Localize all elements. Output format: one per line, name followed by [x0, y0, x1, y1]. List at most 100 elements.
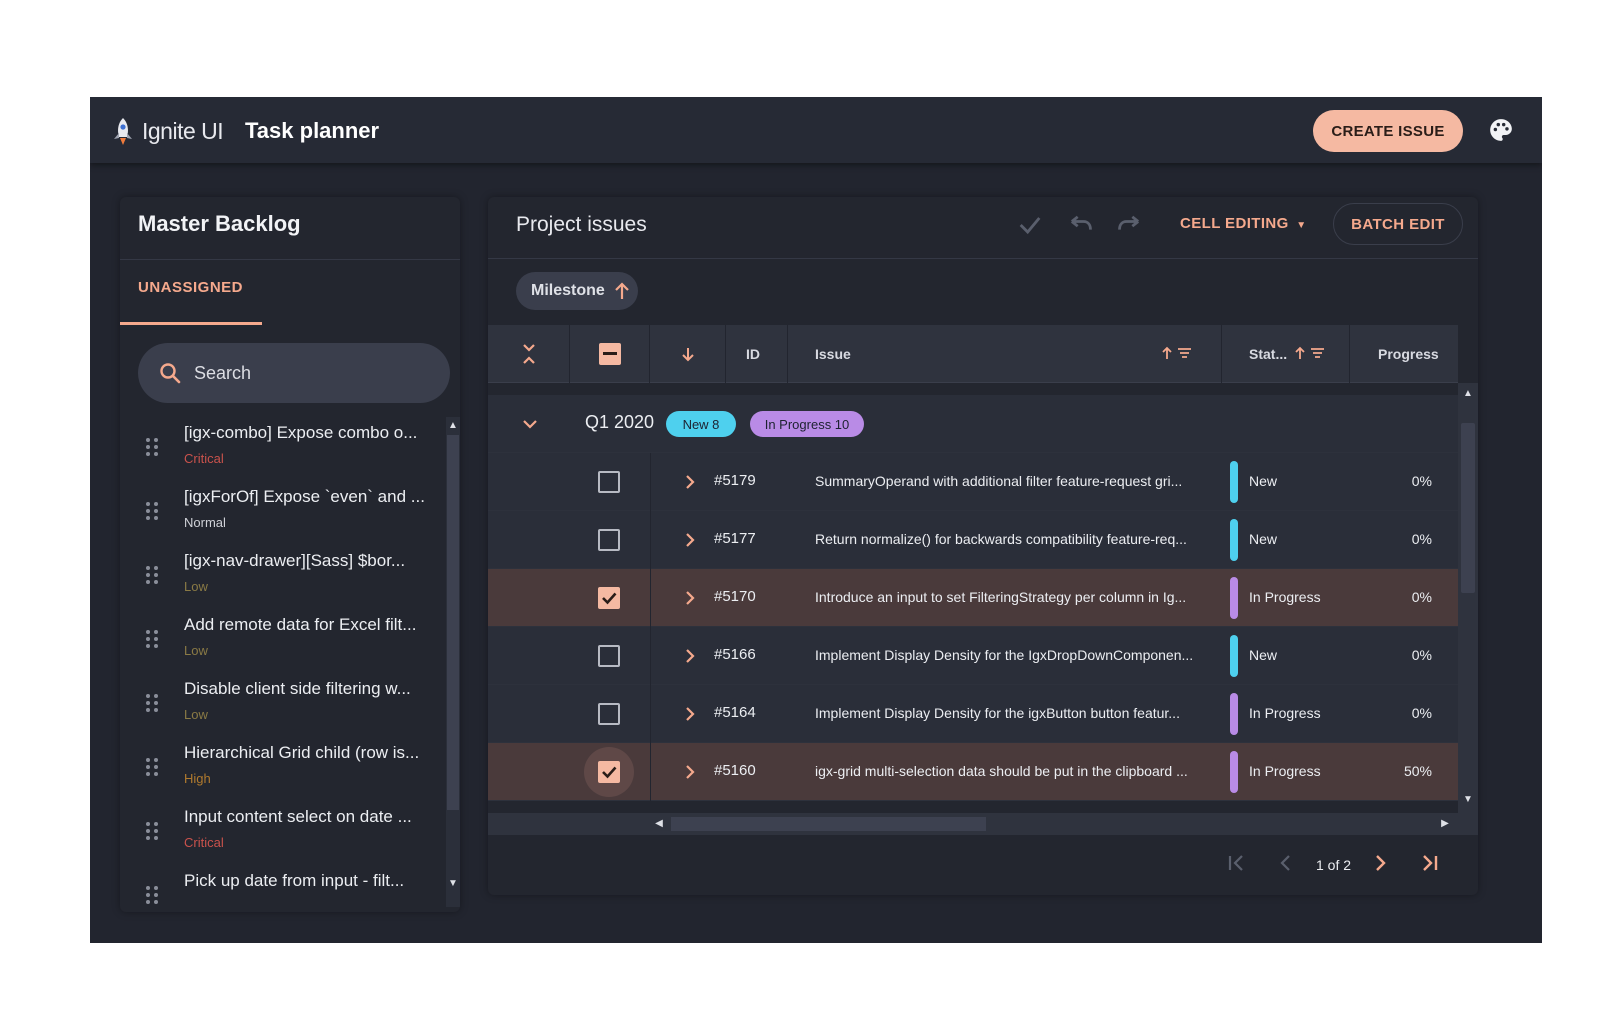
- collapse-all-icon[interactable]: [521, 343, 537, 365]
- row-checkbox[interactable]: [598, 471, 620, 493]
- backlog-item[interactable]: [igxForOf] Expose `even` and ... Normal: [120, 481, 446, 545]
- sort-filter-icon[interactable]: [1294, 345, 1328, 361]
- drag-handle-icon[interactable]: [146, 758, 160, 780]
- drag-handle-icon[interactable]: [146, 886, 160, 908]
- backlog-item[interactable]: Add remote data for Excel filt... Low: [120, 609, 446, 673]
- row-status[interactable]: New: [1249, 473, 1277, 489]
- drag-handle-icon[interactable]: [146, 566, 160, 588]
- row-checkbox[interactable]: [598, 529, 620, 551]
- chevron-right-icon[interactable]: [684, 763, 696, 781]
- row-checkbox[interactable]: [598, 703, 620, 725]
- search-input[interactable]: Search: [138, 343, 450, 403]
- commit-check-icon[interactable]: [1016, 211, 1044, 239]
- sidebar-scrollbar[interactable]: ▲ ▼: [446, 417, 460, 907]
- grid-horizontal-scrollbar[interactable]: ◀ ▶: [488, 813, 1478, 835]
- row-id[interactable]: #5179: [714, 472, 756, 489]
- backlog-item[interactable]: [igx-combo] Expose combo o... Critical: [120, 417, 446, 481]
- scrollbar-thumb[interactable]: [671, 817, 986, 831]
- row-id[interactable]: #5166: [714, 646, 756, 663]
- row-progress[interactable]: 0%: [1388, 647, 1432, 663]
- row-issue[interactable]: SummaryOperand with additional filter fe…: [815, 473, 1200, 489]
- scroll-right-icon[interactable]: ▶: [1440, 819, 1450, 829]
- row-id[interactable]: #5170: [714, 588, 756, 605]
- drag-handle-icon[interactable]: [146, 630, 160, 652]
- group-by-chip[interactable]: Milestone: [516, 272, 638, 310]
- chevron-right-icon[interactable]: [684, 531, 696, 549]
- scrollbar-thumb[interactable]: [447, 435, 459, 810]
- scroll-up-icon[interactable]: ▲: [448, 421, 458, 431]
- row-issue[interactable]: igx-grid multi-selection data should be …: [815, 763, 1200, 779]
- row-progress[interactable]: 0%: [1388, 589, 1432, 605]
- logo-text: Ignite UI: [142, 117, 224, 144]
- row-checkbox[interactable]: [598, 587, 620, 609]
- group-row[interactable]: Q1 2020 New 8 In Progress 10: [488, 395, 1458, 453]
- row-status[interactable]: In Progress: [1249, 763, 1321, 779]
- chevron-down-icon[interactable]: [522, 418, 538, 430]
- row-progress[interactable]: 0%: [1388, 473, 1432, 489]
- row-issue[interactable]: Implement Display Density for the IgxDro…: [815, 647, 1200, 663]
- palette-icon[interactable]: [1488, 117, 1514, 143]
- row-status[interactable]: In Progress: [1249, 705, 1321, 721]
- row-id[interactable]: #5164: [714, 704, 756, 721]
- drag-handle-icon[interactable]: [146, 694, 160, 716]
- redo-icon[interactable]: [1116, 211, 1144, 239]
- sort-ascending-icon[interactable]: [614, 281, 630, 301]
- chevron-right-icon[interactable]: [684, 647, 696, 665]
- backlog-item[interactable]: [igx-nav-drawer][Sass] $bor... Low: [120, 545, 446, 609]
- table-row[interactable]: #5160 igx-grid multi-selection data shou…: [488, 743, 1458, 801]
- next-page-icon[interactable]: [1368, 851, 1392, 875]
- backlog-item[interactable]: Disable client side filtering w... Low: [120, 673, 446, 737]
- scrollbar-thumb[interactable]: [1461, 423, 1475, 593]
- table-row[interactable]: #5179 SummaryOperand with additional fil…: [488, 453, 1458, 511]
- status-column-header[interactable]: Stat...: [1222, 325, 1350, 383]
- id-column-header[interactable]: ID: [726, 325, 788, 383]
- backlog-item-title: [igxForOf] Expose `even` and ...: [184, 487, 425, 506]
- backlog-item[interactable]: Pick up date from input - filt...: [120, 865, 446, 912]
- row-issue[interactable]: Return normalize() for backwards compati…: [815, 531, 1200, 547]
- chevron-right-icon[interactable]: [684, 705, 696, 723]
- drag-handle-icon[interactable]: [146, 502, 160, 524]
- scroll-down-icon[interactable]: ▼: [1463, 795, 1473, 805]
- tab-unassigned[interactable]: UNASSIGNED: [138, 279, 243, 296]
- last-page-icon[interactable]: [1418, 851, 1442, 875]
- cell-editing-dropdown[interactable]: CELL EDITING ▼: [1180, 215, 1307, 232]
- scroll-up-icon[interactable]: ▲: [1463, 389, 1473, 399]
- issue-column-header[interactable]: Issue: [788, 325, 1222, 383]
- row-progress[interactable]: 50%: [1388, 763, 1432, 779]
- row-id[interactable]: #5160: [714, 762, 756, 779]
- row-status[interactable]: New: [1249, 531, 1277, 547]
- backlog-item[interactable]: Hierarchical Grid child (row is... High: [120, 737, 446, 801]
- status-indicator: [1230, 461, 1238, 503]
- row-progress[interactable]: 0%: [1388, 705, 1432, 721]
- drag-handle-icon[interactable]: [146, 438, 160, 460]
- row-checkbox[interactable]: [598, 645, 620, 667]
- backlog-item[interactable]: Input content select on date ... Critica…: [120, 801, 446, 865]
- chevron-right-icon[interactable]: [684, 589, 696, 607]
- scroll-left-icon[interactable]: ◀: [654, 819, 664, 829]
- table-row[interactable]: #5177 Return normalize() for backwards c…: [488, 511, 1458, 569]
- row-progress[interactable]: 0%: [1388, 531, 1432, 547]
- table-row[interactable]: #5164 Implement Display Density for the …: [488, 685, 1458, 743]
- row-issue[interactable]: Introduce an input to set FilteringStrat…: [815, 589, 1200, 605]
- progress-header-label: Progress: [1378, 346, 1439, 362]
- grid-vertical-scrollbar[interactable]: ▲ ▼: [1458, 383, 1478, 813]
- drag-handle-icon[interactable]: [146, 822, 160, 844]
- table-row[interactable]: #5166 Implement Display Density for the …: [488, 627, 1458, 685]
- row-issue[interactable]: Implement Display Density for the igxBut…: [815, 705, 1200, 721]
- row-checkbox[interactable]: [598, 761, 620, 783]
- row-id[interactable]: #5177: [714, 530, 756, 547]
- select-all-checkbox[interactable]: [598, 343, 621, 365]
- first-page-icon[interactable]: [1224, 851, 1248, 875]
- row-status[interactable]: New: [1249, 647, 1277, 663]
- create-issue-button[interactable]: CREATE ISSUE: [1313, 110, 1463, 152]
- row-status[interactable]: In Progress: [1249, 589, 1321, 605]
- batch-edit-button[interactable]: BATCH EDIT: [1333, 203, 1463, 245]
- undo-icon[interactable]: [1066, 211, 1094, 239]
- progress-column-header[interactable]: Progress: [1350, 325, 1458, 383]
- arrow-down-icon[interactable]: [681, 346, 695, 362]
- sort-filter-icon[interactable]: [1161, 345, 1195, 361]
- scroll-down-icon[interactable]: ▼: [448, 879, 458, 889]
- previous-page-icon[interactable]: [1274, 851, 1298, 875]
- chevron-right-icon[interactable]: [684, 473, 696, 491]
- table-row[interactable]: #5170 Introduce an input to set Filterin…: [488, 569, 1458, 627]
